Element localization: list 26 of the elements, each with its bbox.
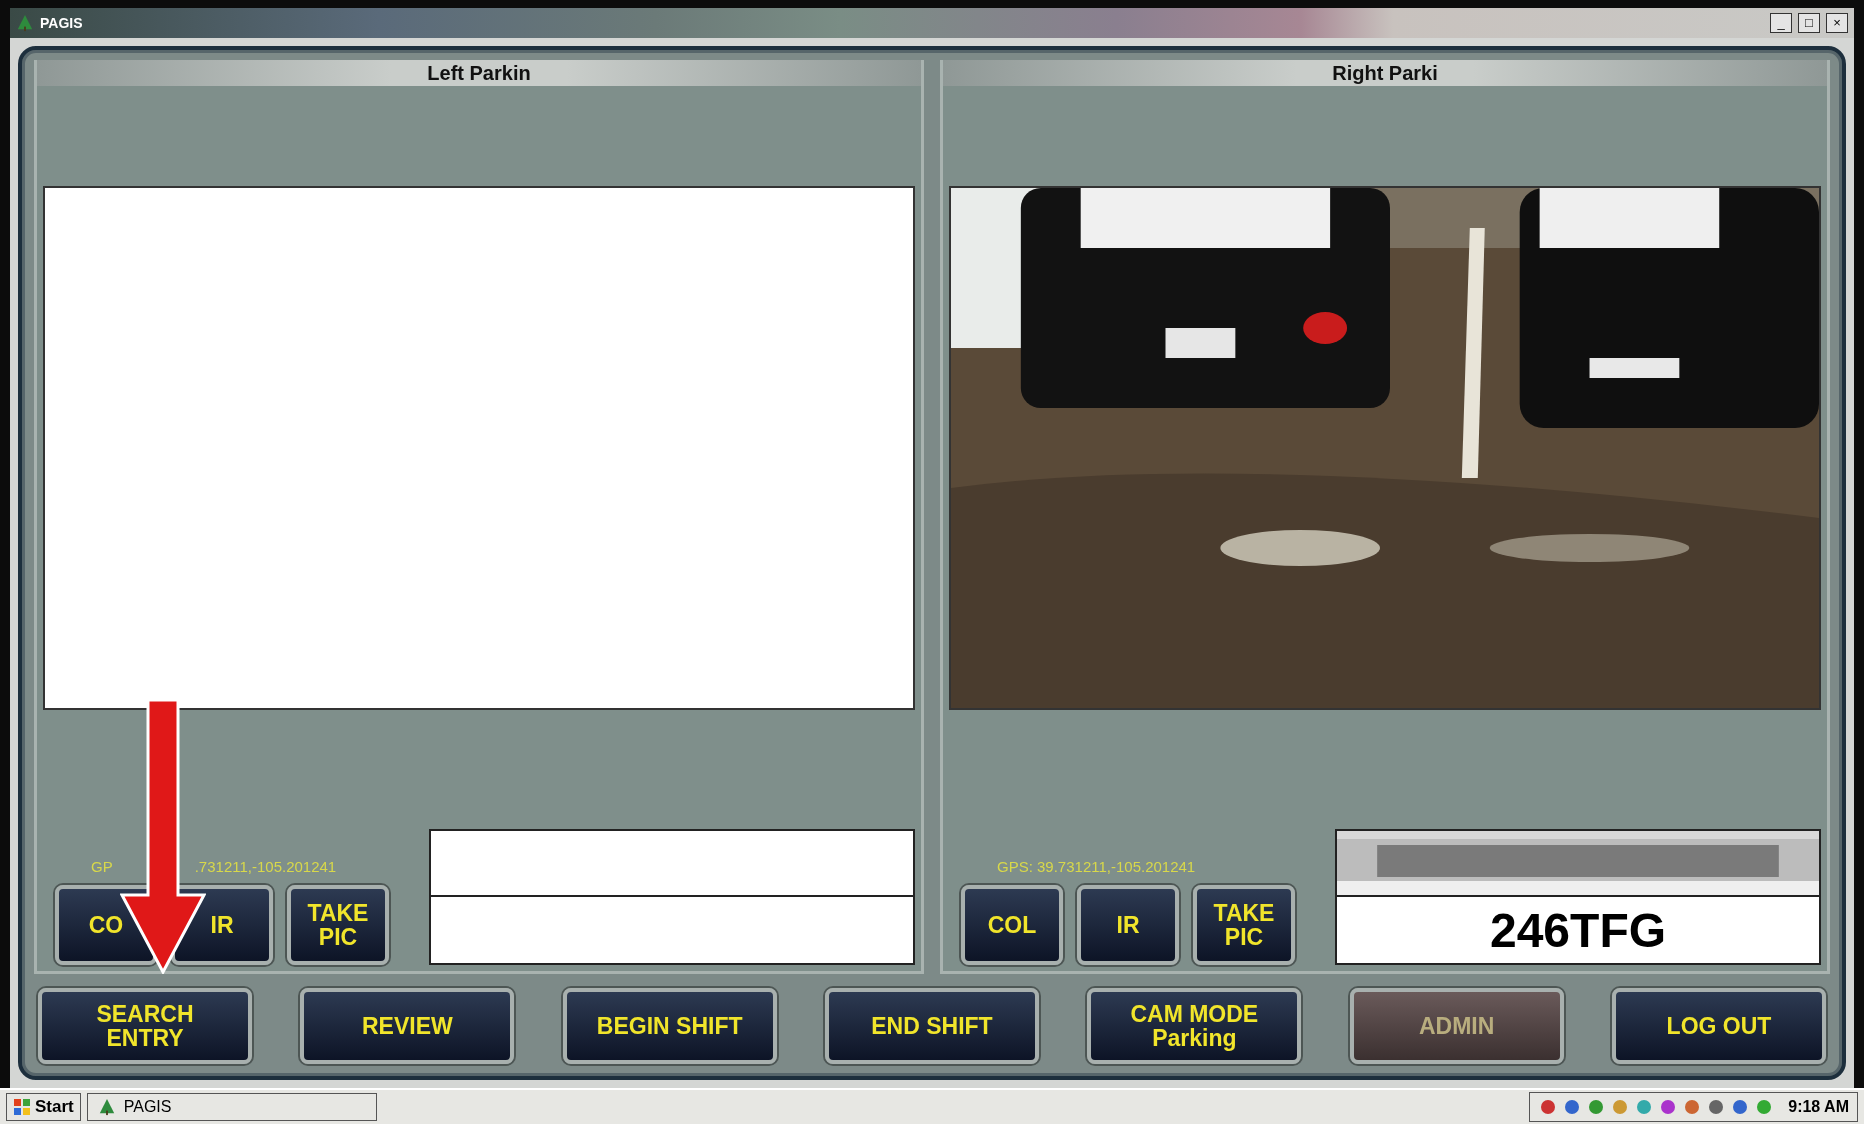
panel-title: Left Parkin <box>37 60 921 86</box>
tree-logo-icon <box>16 14 34 32</box>
action-button[interactable]: END SHIFT <box>825 988 1039 1064</box>
gps-text: GPS: 39.731211,-105.201241 <box>997 858 1196 875</box>
camera-button[interactable]: COL <box>961 885 1063 965</box>
action-button[interactable]: SEARCH ENTRY <box>38 988 252 1064</box>
action-button[interactable]: LOG OUT <box>1611 988 1826 1064</box>
window-control[interactable]: × <box>1826 13 1848 33</box>
gps-text: GP <box>91 858 113 875</box>
camera-button[interactable]: TAKE PIC <box>1193 885 1295 965</box>
camera-button[interactable]: IR <box>1077 885 1179 965</box>
plate-reading: 246TFG <box>1489 902 1667 958</box>
window-control[interactable]: □ <box>1798 13 1820 33</box>
action-button[interactable]: CAM MODE Parking <box>1087 988 1302 1064</box>
panel-title: Right Parki <box>943 60 1827 86</box>
windows-flag-icon <box>13 1098 31 1116</box>
window-control[interactable]: _ <box>1770 13 1792 33</box>
gps-text: .731211,-105.201241 <box>194 858 337 875</box>
tree-logo-icon <box>97 1098 116 1116</box>
camera-button[interactable]: TAKE PIC <box>287 885 389 965</box>
action-button[interactable]: REVIEW <box>300 988 515 1064</box>
window-title: PAGIS <box>40 15 84 31</box>
clock: 9:18 AM <box>1788 1098 1849 1116</box>
taskbar-item[interactable]: PAGIS <box>86 1093 377 1121</box>
action-button[interactable]: BEGIN SHIFT <box>562 988 777 1064</box>
start-button[interactable]: Start <box>6 1093 81 1121</box>
